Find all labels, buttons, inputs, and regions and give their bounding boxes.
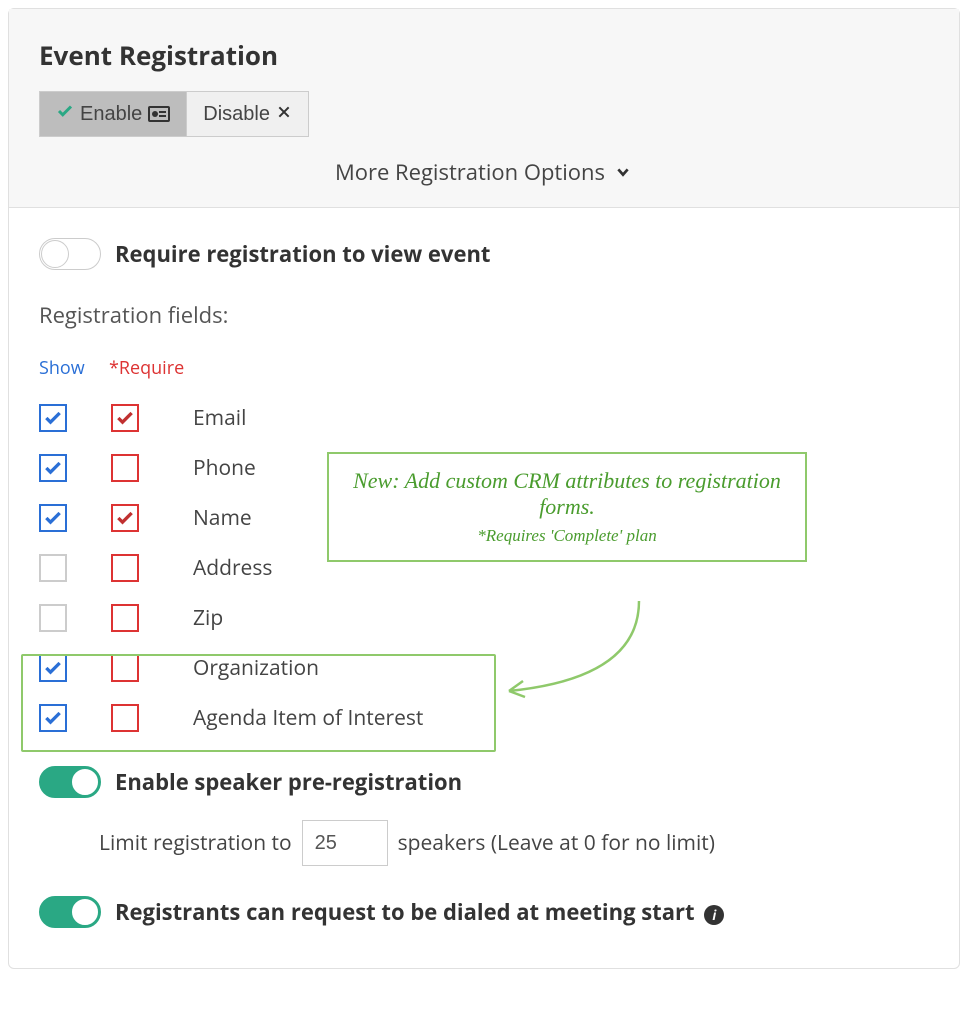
field-row: Zip [39, 600, 929, 636]
enable-disable-toggle: Enable Disable [39, 91, 309, 137]
require-registration-toggle[interactable] [39, 238, 101, 270]
speaker-prereg-label: Enable speaker pre-registration [115, 767, 462, 797]
field-label: Phone [193, 454, 256, 482]
field-label: Agenda Item of Interest [193, 704, 423, 732]
field-row: Email [39, 400, 929, 436]
require-checkbox[interactable] [111, 504, 139, 532]
info-icon[interactable]: i [704, 905, 724, 925]
more-options-toggle[interactable]: More Registration Options [39, 157, 929, 187]
limit-input[interactable] [302, 820, 388, 866]
limit-suffix: speakers (Leave at 0 for no limit) [398, 829, 715, 857]
require-checkbox[interactable] [111, 704, 139, 732]
require-checkbox[interactable] [111, 654, 139, 682]
dialed-toggle[interactable] [39, 896, 101, 928]
panel-body: Require registration to view event Regis… [9, 208, 959, 968]
dialed-label: Registrants can request to be dialed at … [115, 897, 724, 927]
require-checkbox[interactable] [111, 604, 139, 632]
field-label: Zip [193, 604, 223, 632]
check-icon [56, 102, 74, 126]
column-headers: Show *Require [39, 356, 929, 380]
enable-button[interactable]: Enable [40, 92, 187, 136]
speaker-prereg-toggle[interactable] [39, 766, 101, 798]
require-registration-row: Require registration to view event [39, 238, 929, 270]
callout-sub: *Requires 'Complete' plan [353, 526, 781, 546]
require-checkbox[interactable] [111, 554, 139, 582]
field-label: Organization [193, 654, 319, 682]
field-row: Agenda Item of Interest [39, 700, 929, 736]
disable-label: Disable [203, 103, 270, 126]
speaker-prereg-row: Enable speaker pre-registration [39, 766, 929, 798]
event-registration-panel: Event Registration Enable Disable More R… [8, 8, 960, 969]
more-options-label: More Registration Options [335, 157, 605, 187]
limit-prefix: Limit registration to [99, 829, 292, 857]
require-column-header: *Require [109, 356, 184, 380]
x-icon [276, 103, 292, 126]
field-label: Address [193, 554, 272, 582]
enable-label: Enable [80, 103, 142, 126]
id-card-icon [148, 106, 170, 122]
dialed-row: Registrants can request to be dialed at … [39, 896, 929, 928]
limit-registration-row: Limit registration to speakers (Leave at… [99, 820, 929, 866]
registration-fields-title: Registration fields: [39, 300, 929, 330]
field-row: Organization [39, 650, 929, 686]
panel-header: Event Registration Enable Disable More R… [9, 9, 959, 208]
show-column-header: Show [39, 356, 95, 380]
callout-main: New: Add custom CRM attributes to regist… [353, 468, 781, 520]
show-checkbox[interactable] [39, 654, 67, 682]
show-checkbox[interactable] [39, 704, 67, 732]
chevron-down-icon [613, 157, 633, 187]
show-checkbox[interactable] [39, 604, 67, 632]
require-registration-label: Require registration to view event [115, 239, 490, 269]
registration-fields-list: Email Phone Name Address Zip Organization Agen… [39, 400, 929, 736]
disable-button[interactable]: Disable [187, 92, 308, 136]
show-checkbox[interactable] [39, 504, 67, 532]
callout-box: New: Add custom CRM attributes to regist… [327, 452, 807, 562]
require-checkbox[interactable] [111, 454, 139, 482]
field-label: Email [193, 404, 246, 432]
show-checkbox[interactable] [39, 554, 67, 582]
require-checkbox[interactable] [111, 404, 139, 432]
show-checkbox[interactable] [39, 404, 67, 432]
field-label: Name [193, 504, 252, 532]
show-checkbox[interactable] [39, 454, 67, 482]
section-title: Event Registration [39, 37, 929, 73]
